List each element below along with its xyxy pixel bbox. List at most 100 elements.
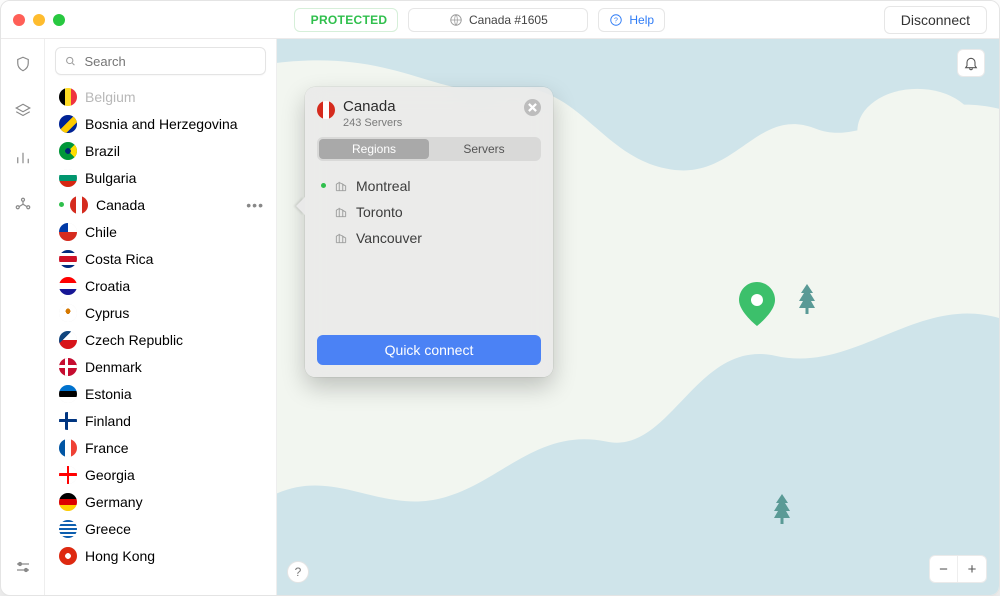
nav-rail (1, 39, 45, 595)
country-label: Hong Kong (85, 548, 155, 564)
flag-bg-icon (59, 169, 77, 187)
current-server-pill[interactable]: Canada #1605 (408, 8, 588, 32)
status-label: PROTECTED (311, 13, 388, 27)
flag-cl-icon (59, 223, 77, 241)
country-label: Bosnia and Herzegovina (85, 116, 238, 132)
country-row-dk[interactable]: Denmark (49, 353, 272, 380)
country-label: Chile (85, 224, 117, 240)
country-row-ge[interactable]: Georgia (49, 461, 272, 488)
country-row-ba[interactable]: Bosnia and Herzegovina (49, 110, 272, 137)
window-controls (13, 14, 65, 26)
map-help-button[interactable]: ? (287, 561, 309, 583)
nav-layers-icon[interactable] (14, 102, 32, 125)
country-row-fr[interactable]: France (49, 434, 272, 461)
country-label: Czech Republic (85, 332, 183, 348)
flag-cr-icon (59, 250, 77, 268)
help-pill[interactable]: ? Help (598, 8, 665, 32)
region-row[interactable]: Vancouver (321, 225, 537, 251)
country-label: Finland (85, 413, 131, 429)
close-window-button[interactable] (13, 14, 25, 26)
titlebar: PROTECTED Canada #1605 ? Help Disconnect (1, 1, 999, 39)
country-more-button[interactable]: ••• (246, 197, 264, 213)
country-list[interactable]: Belgium Bosnia and Herzegovina Brazil Bulga… (45, 83, 276, 595)
country-row-cl[interactable]: Chile (49, 218, 272, 245)
country-label: Belgium (85, 89, 136, 105)
tab-servers[interactable]: Servers (429, 139, 539, 159)
country-sidebar: Belgium Bosnia and Herzegovina Brazil Bulga… (45, 39, 277, 595)
search-input[interactable] (85, 54, 257, 69)
flag-gr-icon (59, 520, 77, 538)
country-popover: Canada 243 Servers Regions Servers Montr… (305, 87, 553, 377)
server-label: Canada #1605 (469, 13, 548, 27)
country-row-ee[interactable]: Estonia (49, 380, 272, 407)
flag-br-icon (59, 142, 77, 160)
popover-close-button[interactable] (524, 99, 541, 116)
help-icon: ? (609, 13, 623, 27)
map-location-pin[interactable] (739, 282, 775, 331)
connected-dot-icon (321, 183, 326, 188)
search-icon (64, 54, 77, 68)
country-row-ca[interactable]: Canada••• (49, 191, 272, 218)
country-row-hk[interactable]: Hong Kong (49, 542, 272, 569)
nav-mesh-icon[interactable] (14, 196, 32, 219)
help-label: Help (629, 13, 654, 27)
flag-ba-icon (59, 115, 77, 133)
notifications-button[interactable] (957, 49, 985, 77)
country-row-gr[interactable]: Greece (49, 515, 272, 542)
svg-text:?: ? (614, 17, 618, 24)
country-row-hr[interactable]: Croatia (49, 272, 272, 299)
nav-stats-icon[interactable] (14, 149, 32, 172)
flag-hk-icon (59, 547, 77, 565)
popover-tabs: Regions Servers (317, 137, 541, 161)
zoom-window-button[interactable] (53, 14, 65, 26)
map-canvas[interactable]: Canada 243 Servers Regions Servers Montr… (277, 39, 999, 595)
zoom-controls: − + (929, 555, 987, 583)
country-label: Georgia (85, 467, 135, 483)
country-label: Bulgaria (85, 170, 136, 186)
country-row-br[interactable]: Brazil (49, 137, 272, 164)
popover-title: Canada (343, 99, 402, 116)
country-row-bg[interactable]: Bulgaria (49, 164, 272, 191)
country-row-fi[interactable]: Finland (49, 407, 272, 434)
country-label: Greece (85, 521, 131, 537)
country-row-de[interactable]: Germany (49, 488, 272, 515)
connected-dot-icon (59, 202, 64, 207)
region-row[interactable]: Toronto (321, 199, 537, 225)
region-label: Toronto (356, 204, 403, 220)
flag-cz-icon (59, 331, 77, 349)
zoom-in-button[interactable]: + (958, 556, 986, 582)
nav-settings-icon[interactable] (14, 558, 32, 581)
country-label: Germany (85, 494, 143, 510)
disconnect-button[interactable]: Disconnect (884, 6, 987, 34)
search-field[interactable] (55, 47, 266, 75)
tab-regions[interactable]: Regions (319, 139, 429, 159)
country-label: Estonia (85, 386, 132, 402)
zoom-out-button[interactable]: − (930, 556, 958, 582)
bell-icon (963, 55, 979, 71)
city-icon (334, 231, 348, 245)
map-tree-icon (797, 284, 817, 319)
app-window: PROTECTED Canada #1605 ? Help Disconnect (0, 0, 1000, 596)
quick-connect-button[interactable]: Quick connect (317, 335, 541, 365)
city-icon (334, 179, 348, 193)
country-row-cr[interactable]: Costa Rica (49, 245, 272, 272)
globe-icon (449, 13, 463, 27)
flag-fr-icon (59, 439, 77, 457)
region-label: Vancouver (356, 230, 422, 246)
flag-canada-icon (317, 101, 335, 119)
connection-status-pill: PROTECTED (294, 8, 399, 32)
region-row[interactable]: Montreal (321, 173, 537, 199)
region-list: Montreal Toronto Vancouver (317, 171, 541, 253)
nav-shield-icon[interactable] (14, 55, 32, 78)
country-row-be[interactable]: Belgium (49, 83, 272, 110)
flag-ge-icon (59, 466, 77, 484)
country-label: Costa Rica (85, 251, 153, 267)
flag-be-icon (59, 88, 77, 106)
country-label: Cyprus (85, 305, 129, 321)
minimize-window-button[interactable] (33, 14, 45, 26)
country-row-cz[interactable]: Czech Republic (49, 326, 272, 353)
flag-fi-icon (59, 412, 77, 430)
country-row-cy[interactable]: Cyprus (49, 299, 272, 326)
city-icon (334, 205, 348, 219)
flag-dk-icon (59, 358, 77, 376)
